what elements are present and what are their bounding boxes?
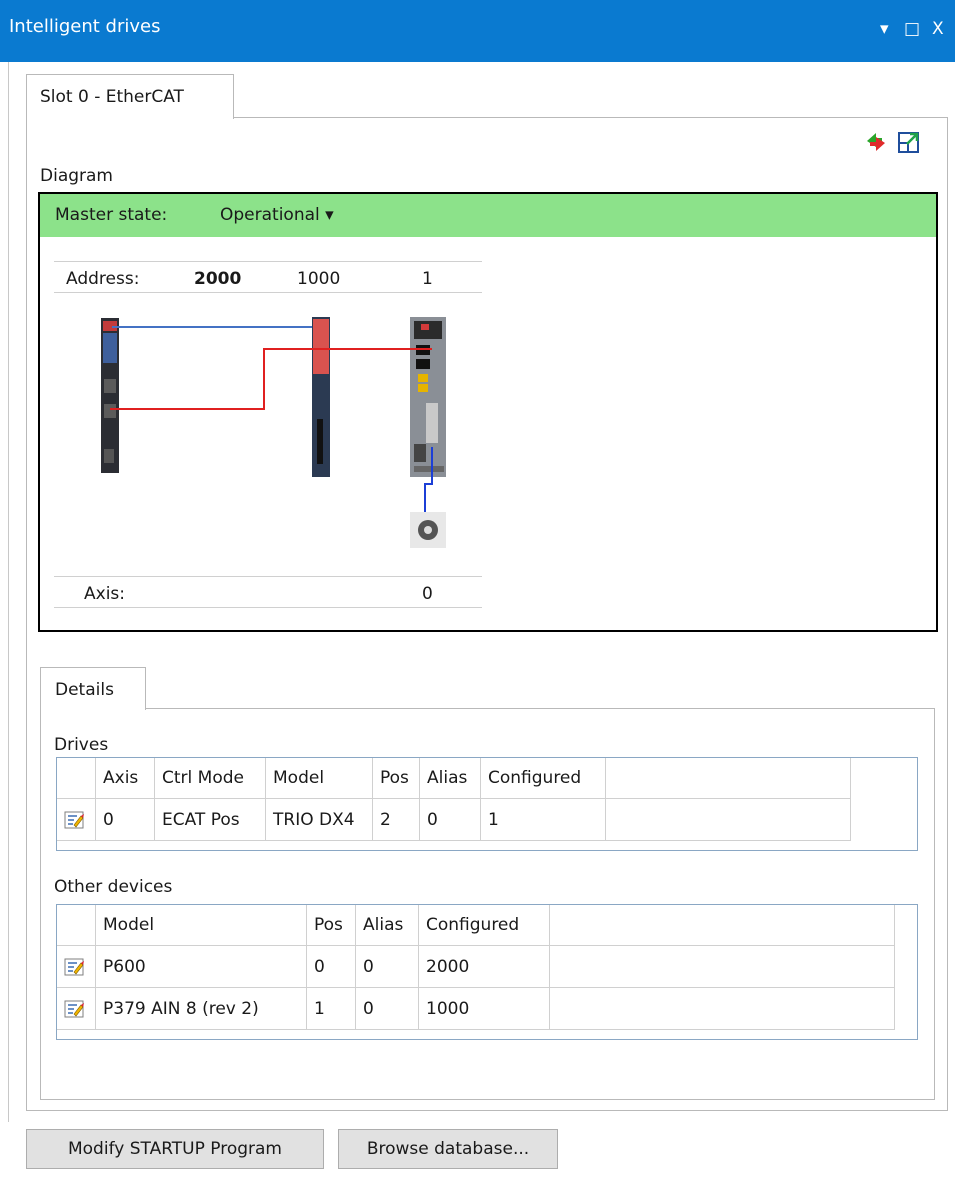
table-cell: 0	[355, 945, 419, 988]
column-header[interactable]: Alias	[355, 905, 419, 946]
refresh-icon[interactable]	[864, 130, 888, 154]
close-icon[interactable]: X	[932, 19, 944, 39]
table-header-row: Axis Ctrl Mode Model Pos Alias Configure…	[57, 758, 851, 799]
table-cell: P379 AIN 8 (rev 2)	[95, 987, 307, 1030]
table-cell-filler	[605, 798, 851, 841]
table-cell: 1000	[418, 987, 550, 1030]
column-header[interactable]: Ctrl Mode	[154, 758, 266, 799]
master-state-bar: Master state: Operational ▾	[40, 194, 936, 237]
table-cell: 1	[306, 987, 356, 1030]
master-state-dropdown[interactable]: Operational ▾	[220, 205, 334, 225]
column-header[interactable]: Pos	[372, 758, 420, 799]
table-cell: 2	[372, 798, 420, 841]
address-label: Address:	[66, 269, 140, 289]
column-header	[57, 758, 96, 799]
column-header[interactable]: Model	[265, 758, 373, 799]
tab-label: Slot 0 - EtherCAT	[40, 87, 184, 107]
edit-icon[interactable]	[57, 945, 96, 988]
tab-details[interactable]: Details	[40, 667, 146, 710]
table-cell: 0	[95, 798, 155, 841]
drives-label: Drives	[54, 735, 109, 755]
address-row-bottom-line	[54, 292, 482, 293]
table-cell-filler	[549, 945, 895, 988]
table-cell: 0	[306, 945, 356, 988]
table-cell: TRIO DX4	[265, 798, 373, 841]
window-title: Intelligent drives	[9, 16, 161, 37]
column-header[interactable]: Model	[95, 905, 307, 946]
column-header[interactable]: Alias	[419, 758, 481, 799]
tab-label: Details	[55, 680, 114, 700]
column-header-filler	[605, 758, 851, 799]
axis-label: Axis:	[84, 584, 125, 604]
title-bar: Intelligent drives ▾ □ X	[0, 0, 955, 62]
device-diagram	[101, 317, 446, 548]
table-row[interactable]: P379 AIN 8 (rev 2) 1 0 1000	[57, 987, 895, 1030]
open-external-icon[interactable]	[897, 130, 921, 154]
column-header[interactable]: Pos	[306, 905, 356, 946]
edit-icon[interactable]	[57, 987, 96, 1030]
modify-startup-program-button[interactable]: Modify STARTUP Program	[26, 1129, 324, 1169]
column-header[interactable]: Configured	[418, 905, 550, 946]
dropdown-icon[interactable]: ▾	[880, 19, 889, 39]
table-cell: 0	[355, 987, 419, 1030]
master-state-label: Master state:	[55, 205, 168, 225]
table-cell: ECAT Pos	[154, 798, 266, 841]
address-row-top-line	[54, 261, 482, 262]
table-cell: 0	[419, 798, 481, 841]
table-cell: 1	[480, 798, 606, 841]
table-header-row: Model Pos Alias Configured	[57, 905, 895, 946]
ethercat-link-red	[110, 348, 432, 410]
table-cell-filler	[549, 987, 895, 1030]
tab-slot-0-ethercat[interactable]: Slot 0 - EtherCAT	[26, 74, 234, 119]
device-p379[interactable]	[312, 317, 330, 477]
table-cell: 2000	[418, 945, 550, 988]
address-value: 2000	[194, 269, 242, 289]
axis-row-bottom-line	[54, 607, 482, 608]
address-value: 1000	[297, 269, 341, 289]
axis-value: 0	[422, 584, 433, 604]
table-row[interactable]: P600 0 0 2000	[57, 945, 895, 988]
motor-icon[interactable]	[410, 512, 446, 548]
column-header[interactable]: Configured	[480, 758, 606, 799]
edit-icon[interactable]	[57, 798, 96, 841]
column-header	[57, 905, 96, 946]
column-header-filler	[549, 905, 895, 946]
diagram-box: Master state: Operational ▾ Address: 200…	[38, 192, 938, 632]
maximize-icon[interactable]: □	[904, 19, 920, 39]
device-trio-dx4[interactable]	[410, 317, 446, 477]
device-p600[interactable]	[101, 318, 119, 473]
other-devices-table: Model Pos Alias Configured P600 0 0 2000…	[56, 904, 918, 1040]
other-devices-label: Other devices	[54, 877, 173, 897]
address-value: 1	[422, 269, 433, 289]
browse-database-button[interactable]: Browse database...	[338, 1129, 558, 1169]
axis-row-top-line	[54, 576, 482, 577]
diagram-label: Diagram	[40, 166, 113, 186]
table-cell: P600	[95, 945, 307, 988]
column-header[interactable]: Axis	[95, 758, 155, 799]
drives-table: Axis Ctrl Mode Model Pos Alias Configure…	[56, 757, 918, 851]
table-row[interactable]: 0 ECAT Pos TRIO DX4 2 0 1	[57, 798, 851, 841]
